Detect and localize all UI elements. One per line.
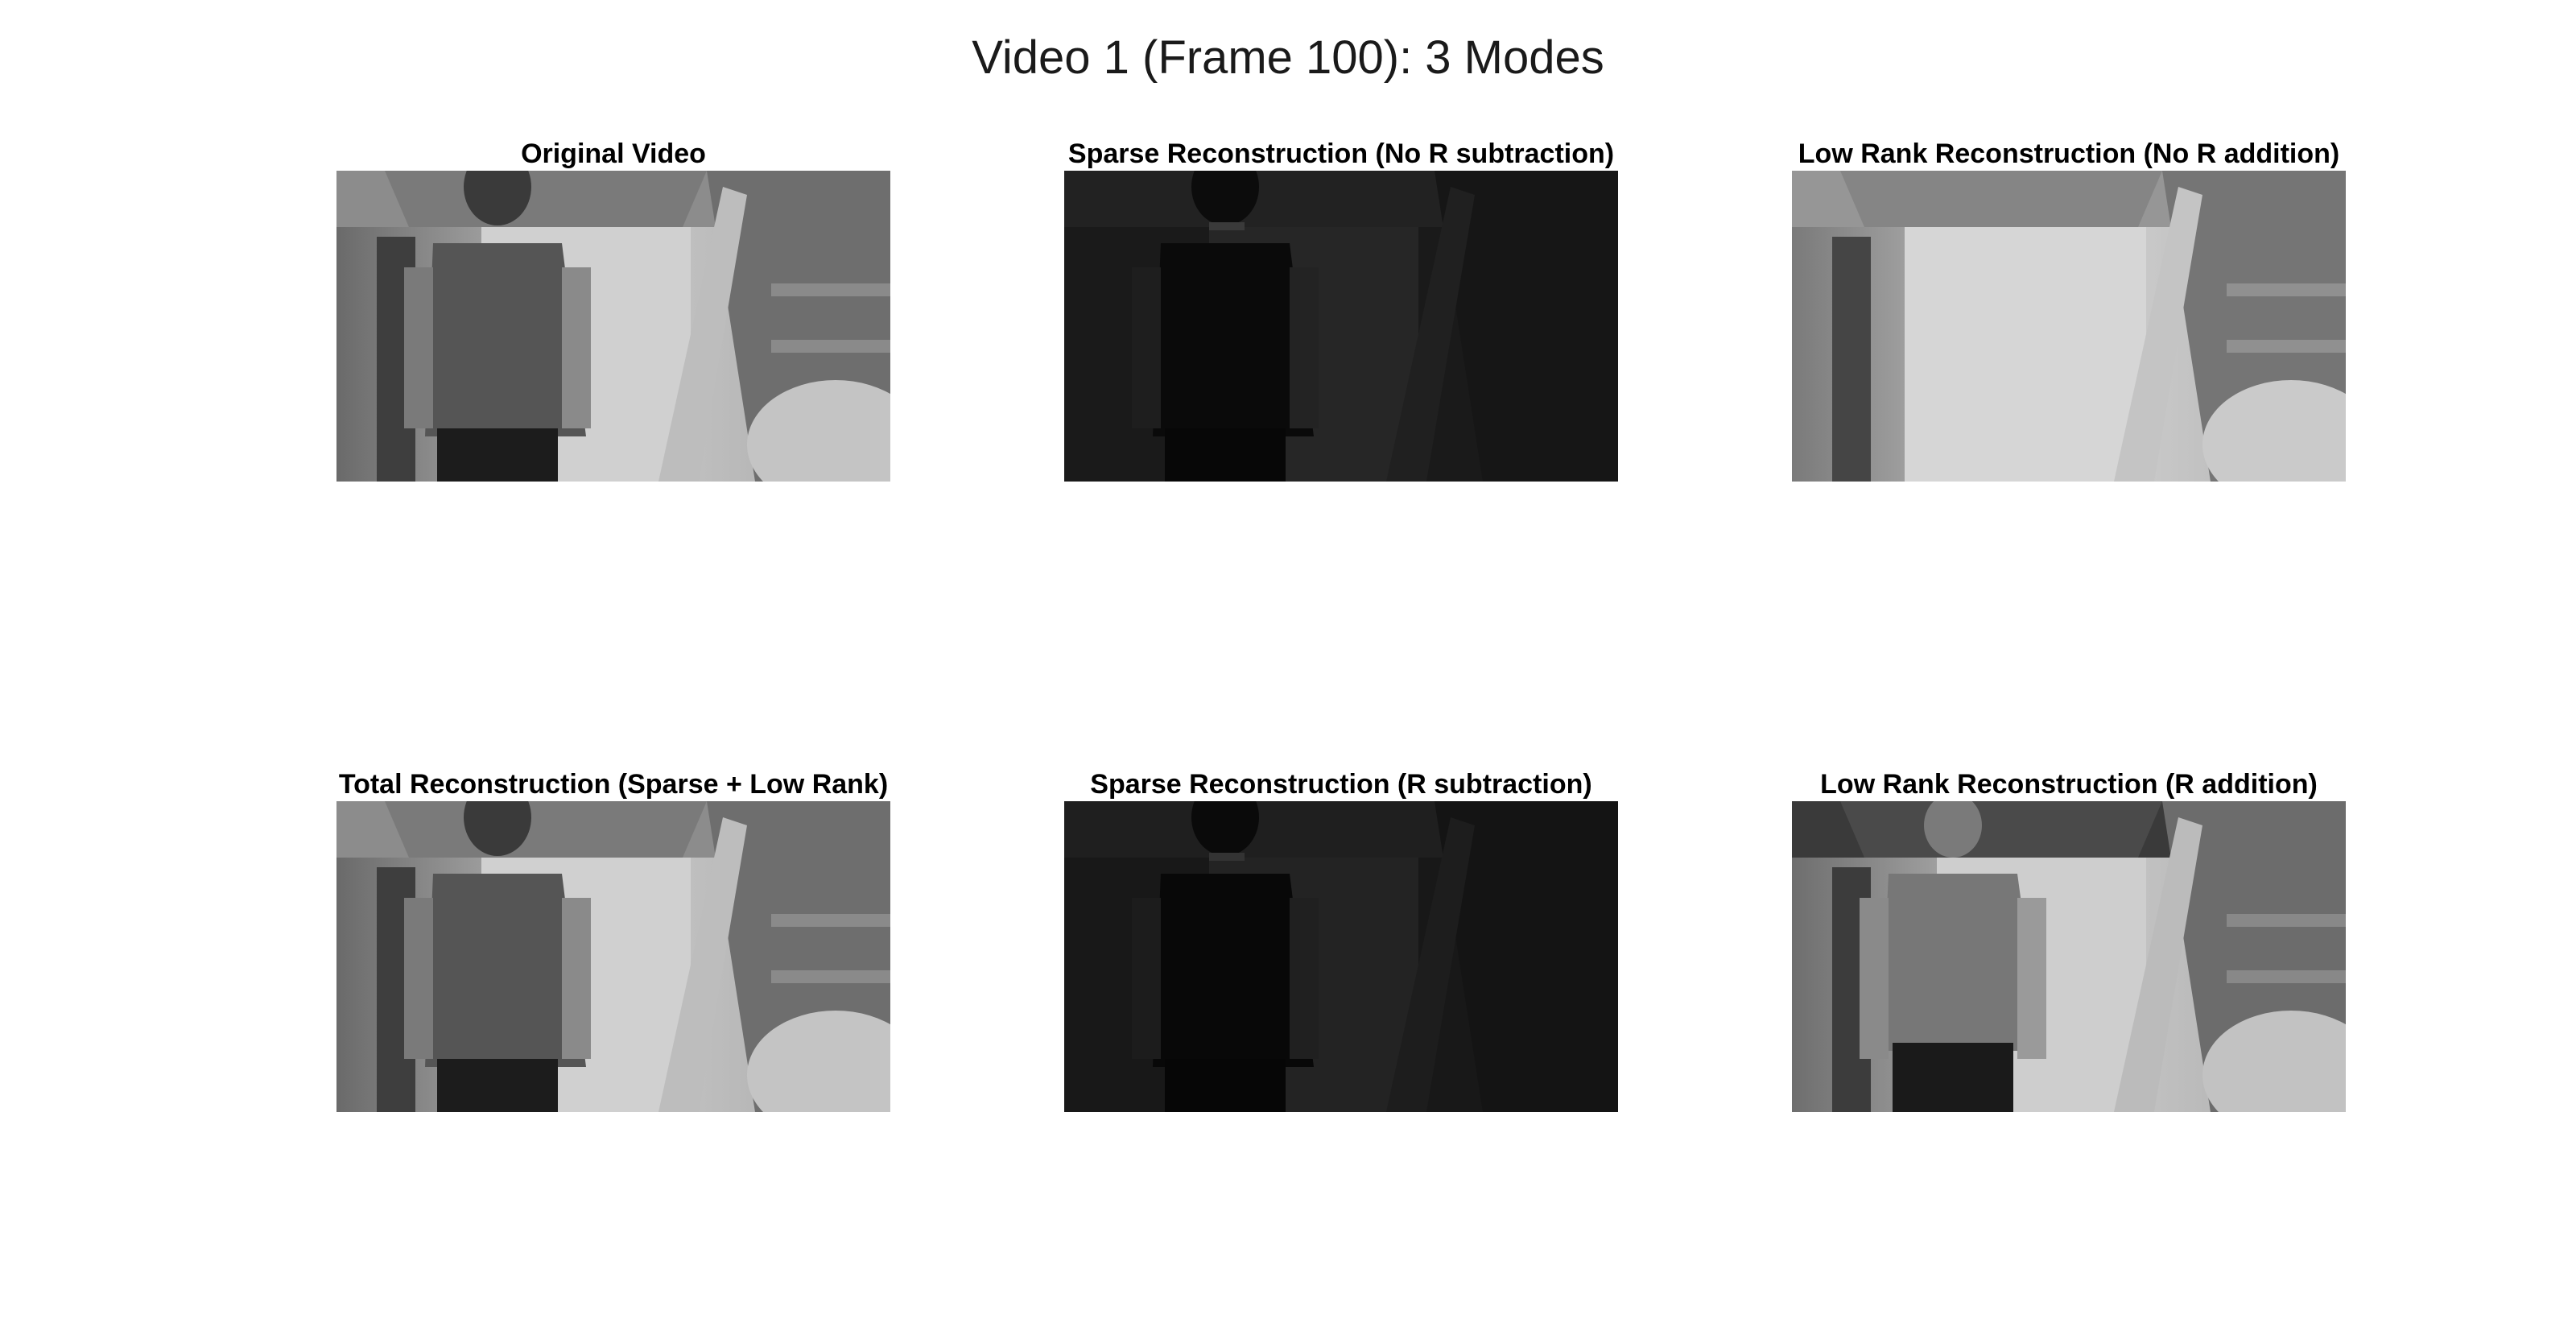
panel-title: Low Rank Reconstruction (No R addition): [1798, 139, 2340, 169]
video-frame-image: [336, 171, 890, 482]
panel-title: Sparse Reconstruction (R subtraction): [1090, 769, 1592, 800]
video-frame-image: [1792, 801, 2346, 1112]
panel-title: Total Reconstruction (Sparse + Low Rank): [338, 769, 889, 800]
video-frame-image: [336, 801, 890, 1112]
video-frame-image: [1064, 171, 1618, 482]
figure-title: Video 1 (Frame 100): 3 Modes: [972, 31, 1604, 84]
figure-canvas: Video 1 (Frame 100): 3 Modes Original Vi…: [0, 0, 2576, 1323]
panel-title: Low Rank Reconstruction (R addition): [1820, 769, 2318, 800]
video-frame-image: [1064, 801, 1618, 1112]
panel-title: Original Video: [521, 139, 706, 169]
panel-title: Sparse Reconstruction (No R subtraction): [1067, 139, 1615, 169]
video-frame-image: [1792, 171, 2346, 482]
